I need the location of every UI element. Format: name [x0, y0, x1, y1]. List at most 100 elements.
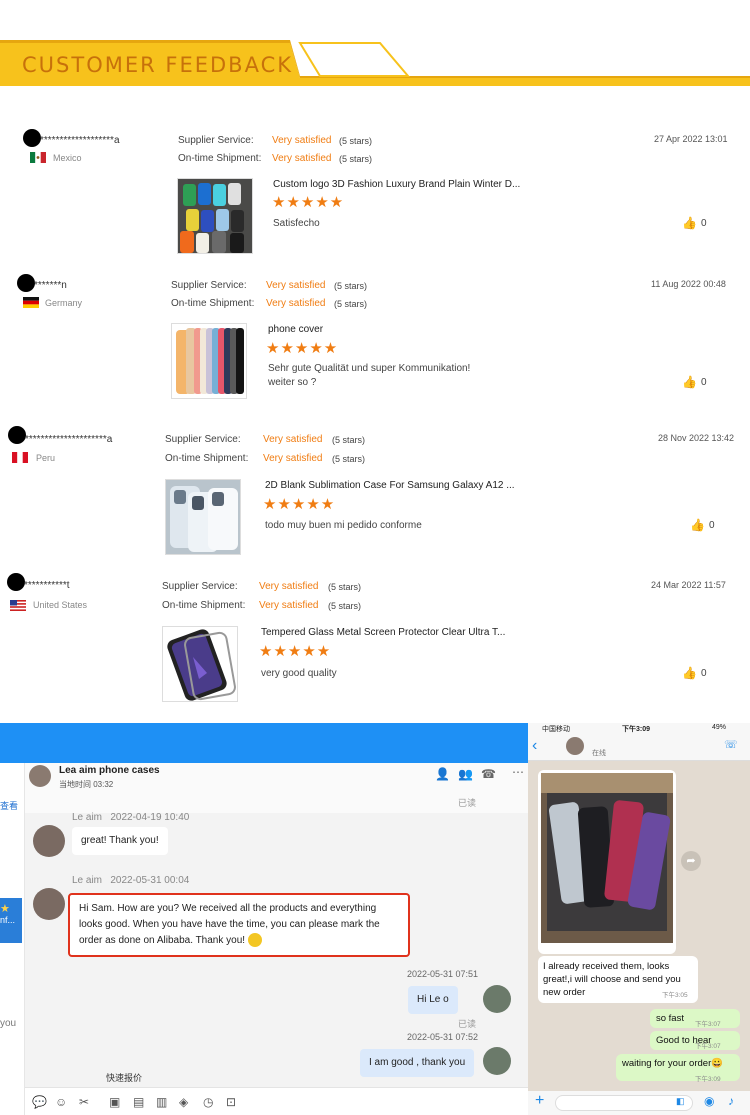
seller-avatar	[33, 888, 65, 920]
thumbs-up-icon[interactable]: 👍	[682, 216, 697, 230]
whatsapp-header: ‹ 在线 ☏	[528, 734, 750, 761]
add-call-icon[interactable]: ☏	[724, 738, 738, 751]
message-bubble-highlighted: Hi Sam. How are you? We received all the…	[68, 893, 410, 957]
emoji-icon[interactable]: ☺	[55, 1095, 67, 1109]
message-time: 2022-05-31 07:52	[407, 1032, 479, 1042]
my-message-bubble: Hi Le o	[408, 986, 458, 1014]
banner-title: CUSTOMER FEEDBACK	[22, 53, 293, 77]
read-status: 已读	[458, 1019, 477, 1029]
product-title[interactable]: Custom logo 3D Fashion Luxury Brand Plai…	[273, 179, 520, 190]
back-icon[interactable]: ‹	[532, 737, 537, 755]
folder-icon[interactable]: ▤	[133, 1095, 144, 1109]
reviewer-name: *********************a	[25, 434, 113, 445]
like-count: 0	[709, 520, 715, 531]
like-count: 0	[701, 668, 707, 679]
product-thumbnail[interactable]	[177, 178, 253, 254]
sidebar-text: you	[0, 1018, 17, 1029]
read-status: 已读	[458, 798, 477, 808]
sidebar-card[interactable]: ★ nf...	[0, 898, 22, 943]
quick-quote-button[interactable]: 快速报价	[106, 1071, 142, 1084]
more-options-icon[interactable]: ⋯	[512, 765, 524, 779]
sticker-icon[interactable]: ◧	[676, 1096, 685, 1107]
reviewer-name: *******n	[34, 280, 67, 291]
phone-cases-image	[178, 179, 252, 253]
message-icon[interactable]: 💬	[32, 1095, 47, 1109]
alibaba-chat-panel: 查看 ★ nf... you Lea aim phone cases 当地时间 …	[0, 723, 528, 1115]
shipment-stars-text: (5 stars)	[332, 454, 366, 464]
contact-avatar[interactable]	[566, 737, 584, 755]
contact-avatar[interactable]	[29, 765, 51, 787]
outgoing-message: waiting for your order😀	[616, 1054, 740, 1081]
message-time: 2022-05-31 07:51	[407, 969, 479, 979]
product-title[interactable]: Tempered Glass Metal Screen Protector Cl…	[261, 627, 505, 638]
thumbs-up-icon[interactable]: 👍	[690, 518, 705, 532]
screen-protector-image	[163, 627, 237, 701]
product-thumbnail[interactable]	[162, 626, 238, 702]
review-card: *********************a Peru Supplier Ser…	[0, 425, 750, 565]
my-message-bubble: I am good , thank you	[360, 1049, 475, 1077]
local-time: 当地时间 03:32	[59, 780, 114, 789]
image-icon[interactable]: ▣	[109, 1095, 120, 1109]
reviewer-country: Germany	[45, 298, 83, 308]
thumbs-up-icon[interactable]: 👍	[682, 375, 697, 389]
forward-icon[interactable]: ➦	[681, 851, 701, 871]
call-icon[interactable]: ☎	[481, 767, 496, 781]
reviewer-country: United States	[33, 600, 88, 610]
product-title[interactable]: 2D Blank Sublimation Case For Samsung Ga…	[265, 480, 515, 491]
whatsapp-input-bar: + ◧ ◉ ♪	[528, 1091, 750, 1115]
screenshot-icon[interactable]: ⊡	[226, 1095, 236, 1109]
sidebar-link[interactable]: 查看	[0, 799, 18, 812]
flag-germany-icon	[23, 297, 39, 308]
review-comment: todo muy buen mi pedido conforme	[265, 520, 422, 531]
flag-mexico-icon	[30, 152, 46, 163]
photo-message[interactable]: 下午3:05	[538, 770, 676, 954]
message-input[interactable]	[555, 1095, 693, 1111]
rating-stars: ★★★★★	[259, 643, 332, 660]
outgoing-time: 下午3:07	[695, 1021, 721, 1028]
supplier-rating: Very satisfied	[272, 135, 332, 146]
reviewer-name: ***********t	[24, 580, 70, 591]
whatsapp-chat-panel: 中国移动 下午3:09 49% ‹ 在线 ☏ 下午3:05 ➦ I alread…	[528, 723, 750, 1115]
microphone-icon[interactable]: ♪	[728, 1094, 734, 1108]
chat-top-bar	[0, 723, 528, 763]
seller-avatar	[33, 825, 65, 857]
product-title[interactable]: phone cover	[268, 324, 323, 335]
plus-icon[interactable]: +	[535, 1092, 544, 1110]
reviewer-country: Peru	[36, 453, 56, 463]
product-thumbnail[interactable]	[171, 323, 247, 399]
scissors-icon[interactable]: ✂	[79, 1095, 89, 1109]
package-icon[interactable]: ◈	[179, 1095, 188, 1109]
status-clock: 下午3:09	[622, 726, 651, 733]
review-comment: Sehr gute Qualität und super Kommunikati…	[268, 363, 471, 388]
outgoing-time: 下午3:07	[695, 1043, 721, 1050]
supplier-rating: Very satisfied	[266, 280, 326, 291]
my-avatar	[483, 1047, 511, 1075]
contact-status: 在线	[592, 750, 606, 757]
message-sender: Le aim 2022-05-31 00:04	[72, 875, 190, 886]
product-thumbnail[interactable]	[165, 479, 241, 555]
add-contact-icon[interactable]: 👤	[435, 767, 450, 781]
avatar	[7, 573, 25, 591]
sublimation-case-image	[166, 480, 240, 554]
supplier-stars-text: (5 stars)	[328, 582, 362, 592]
history-icon[interactable]: ◷	[203, 1095, 213, 1109]
smile-emoji-icon	[247, 933, 262, 948]
shipment-label: On-time Shipment:	[162, 600, 246, 611]
supplier-service-label: Supplier Service:	[162, 581, 238, 592]
avatar	[23, 129, 41, 147]
avatar	[17, 274, 35, 292]
camera-icon[interactable]: ◉	[704, 1094, 714, 1108]
shipment-label: On-time Shipment:	[165, 453, 249, 464]
chat-toolbar: 💬 ☺ ✂ ▣ ▤ ▥ ◈ ◷ ⊡	[25, 1087, 528, 1115]
reviewer-name: *******************a	[40, 135, 120, 146]
thumbs-up-icon[interactable]: 👍	[682, 666, 697, 680]
invite-user-icon[interactable]: 👥	[458, 767, 473, 781]
supplier-rating: Very satisfied	[259, 581, 319, 592]
photo-time: 下午3:05	[644, 944, 670, 951]
shipment-rating: Very satisfied	[272, 153, 332, 164]
message-bubble: great! Thank you!	[72, 827, 168, 855]
carrier: 中国移动	[542, 726, 570, 733]
shipment-stars-text: (5 stars)	[328, 601, 362, 611]
file-icon[interactable]: ▥	[156, 1095, 167, 1109]
supplier-stars-text: (5 stars)	[332, 435, 366, 445]
